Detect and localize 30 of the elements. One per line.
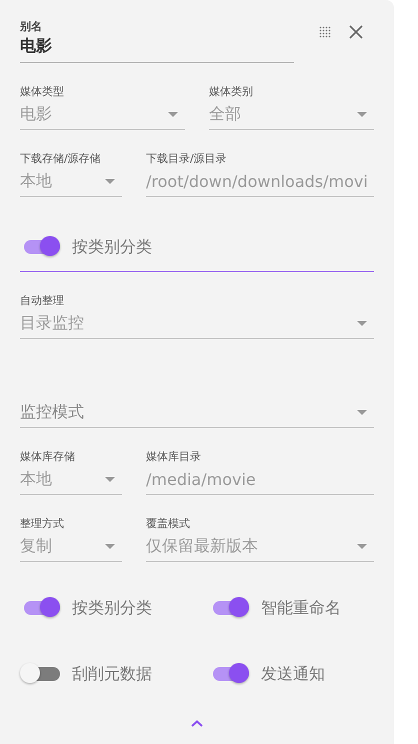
toggle-label: 发送通知 xyxy=(261,664,325,684)
select-field[interactable]: 媒体类型 电影 xyxy=(20,85,185,130)
chevron-up-icon[interactable] xyxy=(191,720,203,727)
select-field[interactable]: 覆盖模式 仅保留最新版本 xyxy=(146,517,374,562)
close-icon[interactable] xyxy=(348,24,364,40)
toggle-switch[interactable] xyxy=(20,663,62,685)
toggle-label: 智能重命名 xyxy=(261,598,341,618)
alias-field[interactable]: 别名 电影 xyxy=(20,20,294,63)
dropdown-caret-icon xyxy=(357,544,367,548)
select-field[interactable]: 整理方式 复制 xyxy=(20,517,122,562)
input-field[interactable]: 媒体库目录 /media/movie xyxy=(146,450,374,495)
field-value: 电影 xyxy=(20,35,53,57)
select-field[interactable]: 媒体库存储 本地 xyxy=(20,450,122,495)
toggle-label: 按类别分类 xyxy=(72,236,152,258)
dropdown-caret-icon xyxy=(357,112,367,116)
select-field[interactable]: 下载存储/源存储 本地 xyxy=(20,152,122,197)
toggle-field[interactable]: 按类别分类 xyxy=(20,223,374,272)
dropdown-caret-icon xyxy=(105,544,115,548)
field-label: 别名 xyxy=(20,20,43,34)
dropdown-caret-icon xyxy=(357,410,367,414)
toggle-label: 按类别分类 xyxy=(72,598,152,618)
toggle-label: 刮削元数据 xyxy=(72,664,152,684)
select-field[interactable]: 媒体类别 全部 xyxy=(209,85,374,130)
dropdown-caret-icon xyxy=(168,112,178,116)
drag-handle-icon[interactable] xyxy=(319,26,331,38)
input-field[interactable]: 下载目录/源目录 /root/down/downloads/movi xyxy=(146,152,374,197)
dropdown-caret-icon xyxy=(105,476,115,482)
dropdown-caret-icon xyxy=(357,320,367,326)
select-field[interactable]: 自动整理 目录监控 xyxy=(20,294,374,339)
dropdown-caret-icon xyxy=(105,178,115,184)
